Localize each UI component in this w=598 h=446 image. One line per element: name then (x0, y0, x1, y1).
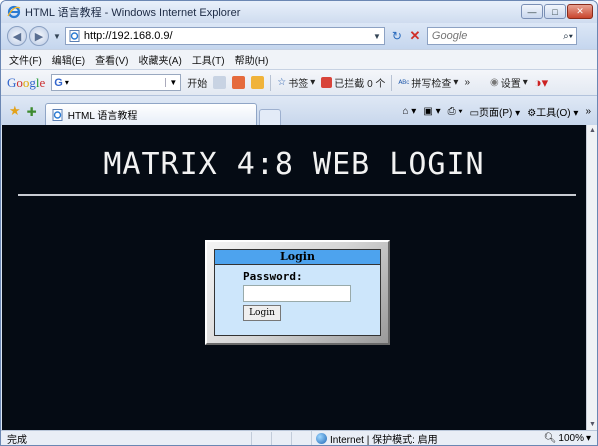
home-icon: ⌂ (402, 106, 409, 117)
password-field[interactable] (243, 285, 351, 302)
popup-blocked-indicator[interactable]: 已拦截 0 个 (321, 75, 385, 90)
bookmarks-button[interactable]: ☆ 书签 ▾ (277, 75, 315, 90)
browser-window: HTML 语言教程 - Windows Internet Explorer — … (0, 0, 598, 446)
page-menu-icon: ▭ (469, 108, 480, 119)
password-label: Password: (243, 270, 303, 283)
favorites-star-icon[interactable]: ★ (9, 103, 21, 119)
print-button[interactable]: ⎙ ▾ (448, 106, 463, 117)
toolbar-overflow-button[interactable]: » (464, 77, 470, 88)
login-frame: Login Password: Login (205, 240, 390, 345)
google-search-field[interactable]: G ▾ ▼ (51, 74, 182, 91)
maximize-button[interactable]: □ (544, 4, 566, 19)
scroll-down-icon[interactable]: ▼ (587, 419, 597, 430)
feeds-icon: ▣ (423, 106, 433, 117)
menu-bar: 文件(F) 编辑(E) 查看(V) 收藏夹(A) 工具(T) 帮助(H) (1, 49, 597, 69)
command-overflow-button[interactable]: » (585, 106, 591, 117)
horizontal-rule (18, 194, 576, 196)
page-icon (52, 108, 63, 121)
globe-icon (316, 433, 327, 444)
google-start-button[interactable]: 开始 (187, 75, 207, 90)
settings-button[interactable]: ◉ 设置 ▾ (490, 75, 528, 90)
login-header: Login (215, 250, 380, 265)
feeds-button[interactable]: ▣ ▾ (423, 106, 440, 117)
ie-logo-icon (7, 5, 21, 19)
command-bar: ⌂ ▾ ▣ ▾ ⎙ ▾ ▭页面(P) ▾ ⚙工具(O) ▾ » (402, 104, 597, 119)
forward-button[interactable]: ▶ (29, 26, 49, 46)
search-box[interactable]: ⌕▾ (426, 27, 577, 45)
status-segment (251, 431, 271, 445)
search-input[interactable] (431, 30, 552, 42)
address-field[interactable]: ▼ (64, 27, 385, 45)
page-title: MATRIX 4:8 WEB LOGIN (103, 147, 485, 182)
tab-row: ★ ✚ HTML 语言教程 ⌂ ▾ ▣ ▾ ⎙ ▾ ▭页面(P) ▾ ⚙工具(O… (1, 95, 597, 125)
gear-icon: ⚙ (527, 108, 537, 119)
url-input[interactable] (83, 30, 344, 42)
login-panel: Login Password: Login (214, 249, 381, 336)
status-text: 完成 (7, 435, 27, 446)
refresh-icon: ↻ (391, 29, 402, 43)
window-title: HTML 语言教程 - Windows Internet Explorer (25, 7, 241, 19)
forward-arrow-icon: ▶ (34, 30, 44, 43)
menu-view[interactable]: 查看(V) (95, 52, 128, 67)
google-toolbar: Google G ▾ ▼ 开始 ☆ 书签 ▾ 已拦截 0 个 ᴬᴮᶜ 拼写检查 ▾ » ◉… (1, 69, 597, 95)
tools-menu-button[interactable]: ⚙工具(O) ▾ (527, 104, 578, 119)
print-icon: ⎙ (447, 106, 456, 117)
menu-favorites[interactable]: 收藏夹(A) (138, 52, 181, 67)
address-dropdown-icon[interactable]: ▼ (370, 32, 384, 41)
vertical-scrollbar[interactable]: ▲ ▼ (586, 125, 597, 430)
menu-edit[interactable]: 编辑(E) (52, 52, 85, 67)
security-zone[interactable]: Internet | 保护模式: 启用 (311, 431, 481, 445)
add-favorites-icon[interactable]: ✚ (27, 105, 37, 119)
menu-help[interactable]: 帮助(H) (235, 52, 269, 67)
minimize-button[interactable]: — (521, 4, 543, 19)
menu-tools[interactable]: 工具(T) (192, 52, 225, 67)
new-tab-button[interactable] (258, 109, 281, 125)
settings-icon: ◉ (490, 77, 499, 88)
window-controls: — □ ✕ (521, 4, 593, 19)
paint-icon[interactable] (232, 76, 246, 89)
refresh-button[interactable]: ↻ (387, 27, 407, 45)
ie-helper-icon[interactable]: ◑▾ (534, 75, 548, 91)
login-button[interactable]: Login (243, 305, 281, 321)
stop-button[interactable]: ✕ (407, 27, 423, 45)
title-bar[interactable]: HTML 语言教程 - Windows Internet Explorer — … (1, 1, 597, 23)
history-dropdown-icon[interactable]: ▼ (53, 32, 61, 41)
back-button[interactable]: ◀ (7, 26, 27, 46)
menu-file[interactable]: 文件(F) (9, 52, 42, 67)
search-icon[interactable]: ⌕▾ (563, 31, 576, 42)
status-bar: 完成 Internet | 保护模式: 启用 🔍︎ 100% ▾ (1, 430, 597, 446)
google-logo: Google (7, 74, 46, 90)
google-g-icon: G (54, 76, 63, 89)
tab-html-tutorial[interactable]: HTML 语言教程 (44, 103, 257, 125)
toolbar-separator (270, 74, 272, 91)
tab-label: HTML 语言教程 (67, 111, 138, 122)
tool-icon[interactable] (213, 76, 227, 89)
home-button[interactable]: ⌂ ▾ (402, 106, 416, 117)
toolbar-separator (391, 74, 393, 91)
close-button[interactable]: ✕ (567, 4, 593, 19)
star-icon: ☆ (277, 77, 287, 88)
page-content: MATRIX 4:8 WEB LOGIN Login Password: Log… (2, 125, 586, 430)
spellcheck-button[interactable]: ᴬᴮᶜ 拼写检查 ▾ (398, 75, 458, 90)
bookmark-add-icon[interactable] (251, 76, 265, 89)
status-segment (271, 431, 291, 445)
back-arrow-icon: ◀ (12, 30, 22, 43)
google-search-dropdown-icon[interactable]: ▼ (165, 78, 180, 87)
zoom-icon: 🔍︎ (543, 433, 557, 444)
scroll-up-icon[interactable]: ▲ (587, 125, 597, 136)
stop-icon: ✕ (409, 28, 421, 43)
spellcheck-icon: ᴬᴮᶜ (398, 77, 410, 88)
status-segment (291, 431, 311, 445)
zoom-control[interactable]: 🔍︎ 100% ▾ (544, 433, 597, 444)
address-toolbar: ◀ ▶ ▼ ▼ ↻ ✕ ⌕▾ (1, 23, 597, 49)
page-menu-button[interactable]: ▭页面(P) ▾ (470, 104, 521, 119)
popup-blocker-icon (321, 77, 333, 88)
page-icon (69, 30, 80, 42)
